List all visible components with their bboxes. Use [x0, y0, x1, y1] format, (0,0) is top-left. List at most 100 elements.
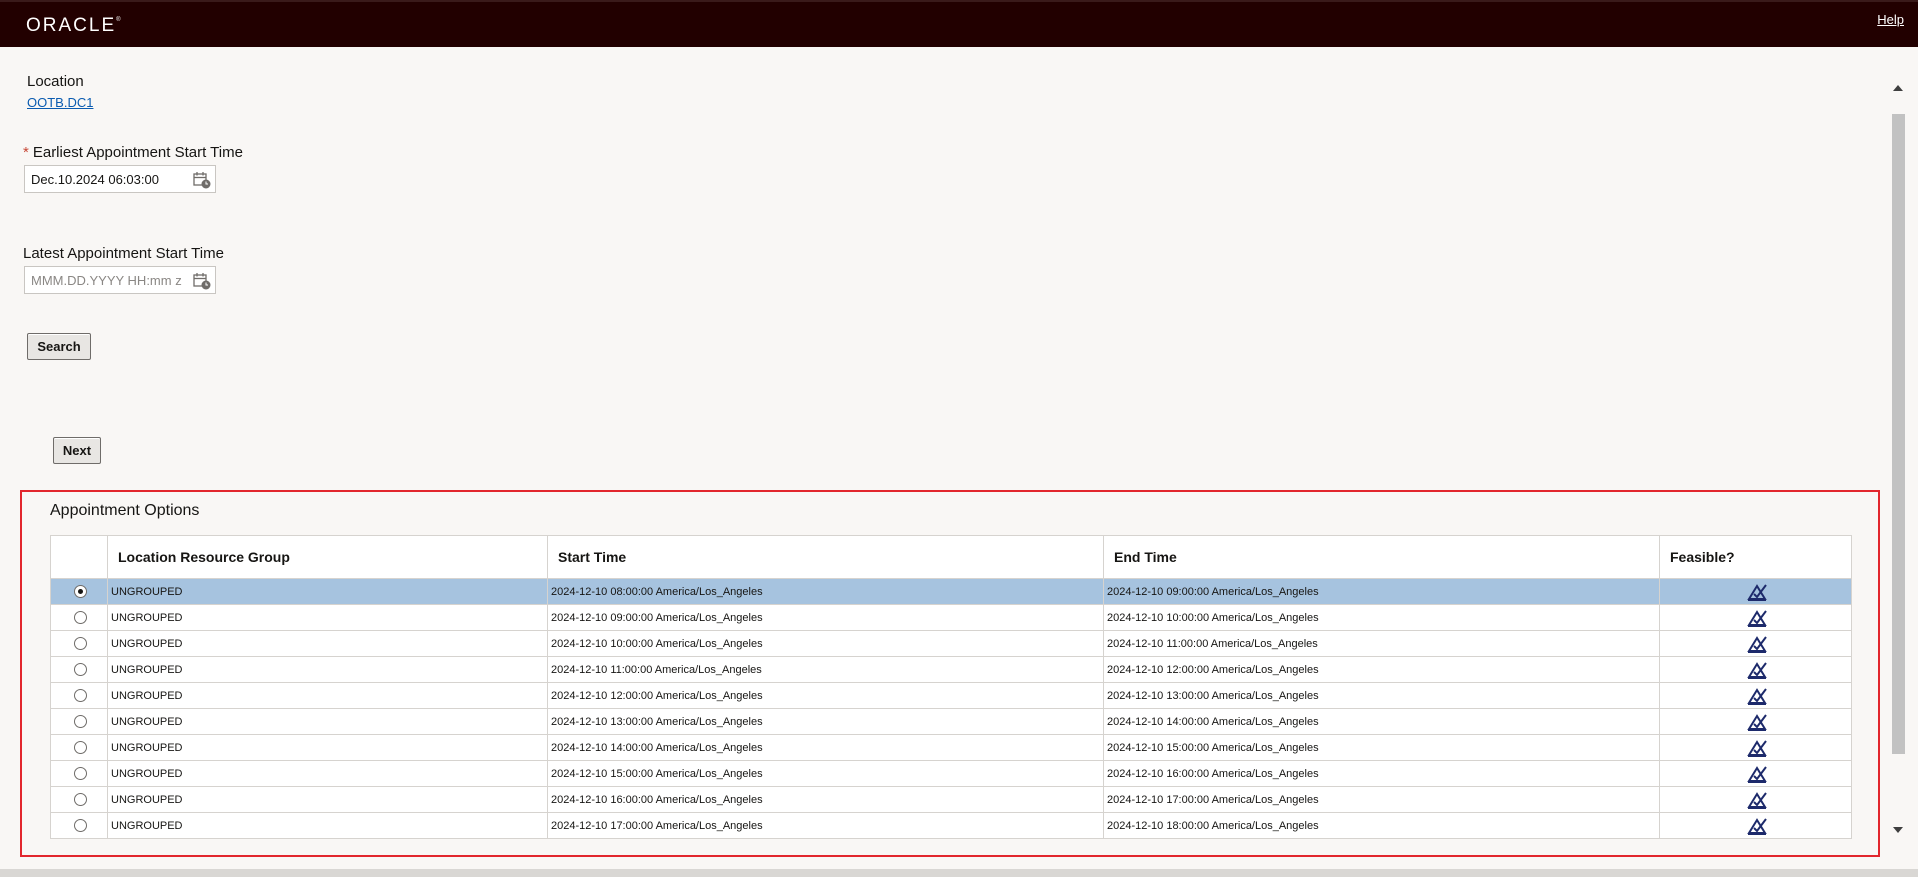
feasible-check-icon	[1747, 739, 1767, 757]
location-resource-group-cell: UNGROUPED	[107, 812, 548, 839]
calendar-icon[interactable]	[193, 171, 211, 189]
calendar-icon[interactable]	[193, 272, 211, 290]
location-resource-group-cell: UNGROUPED	[107, 578, 548, 605]
row-select-cell	[50, 734, 108, 761]
feasible-check-icon	[1747, 713, 1767, 731]
end-time-cell: 2024-12-10 16:00:00 America/Los_Angeles	[1103, 760, 1660, 787]
row-select-cell	[50, 578, 108, 605]
feasible-check-icon	[1747, 791, 1767, 809]
table-row[interactable]: UNGROUPED 2024-12-10 14:00:00 America/Los…	[50, 734, 1852, 761]
top-banner: ORACLE® Help	[0, 0, 1918, 47]
start-time-cell: 2024-12-10 14:00:00 America/Los_Angeles	[547, 734, 1104, 761]
start-time-cell: 2024-12-10 16:00:00 America/Los_Angeles	[547, 786, 1104, 813]
feasible-cell	[1659, 760, 1852, 787]
start-time-cell: 2024-12-10 13:00:00 America/Los_Angeles	[547, 708, 1104, 735]
scroll-down-arrow-icon[interactable]	[1893, 827, 1903, 833]
table-row[interactable]: UNGROUPED 2024-12-10 09:00:00 America/Los…	[50, 604, 1852, 631]
latest-start-input[interactable]	[25, 267, 189, 293]
end-time-cell: 2024-12-10 17:00:00 America/Los_Angeles	[1103, 786, 1660, 813]
vertical-scrollbar[interactable]	[1890, 76, 1906, 836]
horizontal-scrollbar[interactable]	[0, 869, 1918, 877]
start-time-cell: 2024-12-10 15:00:00 America/Los_Angeles	[547, 760, 1104, 787]
logo-trademark: ®	[116, 17, 121, 23]
feasible-check-icon	[1747, 583, 1767, 601]
row-select-radio[interactable]	[74, 715, 87, 728]
location-resource-group-cell: UNGROUPED	[107, 734, 548, 761]
feasible-check-icon	[1747, 817, 1767, 835]
table-row[interactable]: UNGROUPED 2024-12-10 10:00:00 America/Los…	[50, 630, 1852, 657]
feasible-cell	[1659, 812, 1852, 839]
location-resource-group-cell: UNGROUPED	[107, 604, 548, 631]
end-time-cell: 2024-12-10 14:00:00 America/Los_Angeles	[1103, 708, 1660, 735]
row-select-radio[interactable]	[74, 611, 87, 624]
feasible-cell	[1659, 708, 1852, 735]
latest-start-label: Latest Appointment Start Time	[23, 245, 224, 262]
table-row[interactable]: UNGROUPED 2024-12-10 15:00:00 America/Los…	[50, 760, 1852, 787]
row-select-radio[interactable]	[74, 767, 87, 780]
location-resource-group-cell: UNGROUPED	[107, 708, 548, 735]
scroll-up-arrow-icon[interactable]	[1893, 85, 1903, 91]
location-resource-group-cell: UNGROUPED	[107, 630, 548, 657]
feasible-check-icon	[1747, 687, 1767, 705]
row-select-cell	[50, 604, 108, 631]
location-resource-group-cell: UNGROUPED	[107, 760, 548, 787]
feasible-cell	[1659, 786, 1852, 813]
row-select-radio[interactable]	[74, 819, 87, 832]
table-row[interactable]: UNGROUPED 2024-12-10 16:00:00 America/Los…	[50, 786, 1852, 813]
scrollbar-thumb[interactable]	[1892, 114, 1905, 754]
row-select-radio[interactable]	[74, 741, 87, 754]
appointment-options-table: Location Resource Group Start Time End T…	[50, 535, 1852, 839]
next-button[interactable]: Next	[53, 437, 101, 464]
required-marker: *	[23, 144, 29, 161]
location-label: Location	[27, 73, 84, 90]
row-select-radio[interactable]	[74, 793, 87, 806]
row-select-radio[interactable]	[74, 663, 87, 676]
start-time-cell: 2024-12-10 08:00:00 America/Los_Angeles	[547, 578, 1104, 605]
oracle-logo: ORACLE®	[26, 15, 121, 37]
feasible-check-icon	[1747, 661, 1767, 679]
end-time-cell: 2024-12-10 09:00:00 America/Los_Angeles	[1103, 578, 1660, 605]
location-resource-group-cell: UNGROUPED	[107, 786, 548, 813]
latest-start-field	[24, 266, 216, 294]
row-select-radio[interactable]	[74, 689, 87, 702]
earliest-start-label-text: Earliest Appointment Start Time	[32, 144, 243, 161]
start-time-cell: 2024-12-10 09:00:00 America/Los_Angeles	[547, 604, 1104, 631]
earliest-start-input[interactable]	[25, 166, 189, 192]
row-select-radio[interactable]	[74, 585, 87, 598]
row-select-cell	[50, 708, 108, 735]
earliest-start-field	[24, 165, 216, 193]
end-time-cell: 2024-12-10 11:00:00 America/Los_Angeles	[1103, 630, 1660, 657]
location-link[interactable]: OOTB.DC1	[27, 95, 93, 110]
feasible-cell	[1659, 604, 1852, 631]
row-select-radio[interactable]	[74, 637, 87, 650]
table-row[interactable]: UNGROUPED 2024-12-10 12:00:00 America/Los…	[50, 682, 1852, 709]
help-link[interactable]: Help	[1877, 12, 1904, 27]
feasible-cell	[1659, 656, 1852, 683]
end-time-cell: 2024-12-10 12:00:00 America/Los_Angeles	[1103, 656, 1660, 683]
end-time-cell: 2024-12-10 13:00:00 America/Los_Angeles	[1103, 682, 1660, 709]
feasible-cell	[1659, 734, 1852, 761]
appointment-options-title: Appointment Options	[50, 502, 200, 519]
start-time-cell: 2024-12-10 11:00:00 America/Los_Angeles	[547, 656, 1104, 683]
table-row[interactable]: UNGROUPED 2024-12-10 13:00:00 America/Los…	[50, 708, 1852, 735]
table-row[interactable]: UNGROUPED 2024-12-10 11:00:00 America/Los…	[50, 656, 1852, 683]
row-select-cell	[50, 656, 108, 683]
column-header-end-time[interactable]: End Time	[1103, 535, 1660, 579]
column-header-start-time[interactable]: Start Time	[547, 535, 1104, 579]
search-button[interactable]: Search	[27, 333, 91, 360]
table-header-row: Location Resource Group Start Time End T…	[50, 535, 1852, 579]
appointment-options-panel: Appointment Options Location Resource Gr…	[20, 490, 1880, 857]
location-resource-group-cell: UNGROUPED	[107, 682, 548, 709]
feasible-check-icon	[1747, 635, 1767, 653]
feasible-cell	[1659, 578, 1852, 605]
feasible-cell	[1659, 630, 1852, 657]
column-header-feasible[interactable]: Feasible?	[1659, 535, 1852, 579]
table-row[interactable]: UNGROUPED 2024-12-10 17:00:00 America/Los…	[50, 812, 1852, 839]
feasible-check-icon	[1747, 609, 1767, 627]
end-time-cell: 2024-12-10 10:00:00 America/Los_Angeles	[1103, 604, 1660, 631]
location-resource-group-cell: UNGROUPED	[107, 656, 548, 683]
table-row[interactable]: UNGROUPED 2024-12-10 08:00:00 America/Los…	[50, 578, 1852, 605]
column-header-location-resource-group[interactable]: Location Resource Group	[107, 535, 548, 579]
start-time-cell: 2024-12-10 17:00:00 America/Los_Angeles	[547, 812, 1104, 839]
start-time-cell: 2024-12-10 12:00:00 America/Los_Angeles	[547, 682, 1104, 709]
